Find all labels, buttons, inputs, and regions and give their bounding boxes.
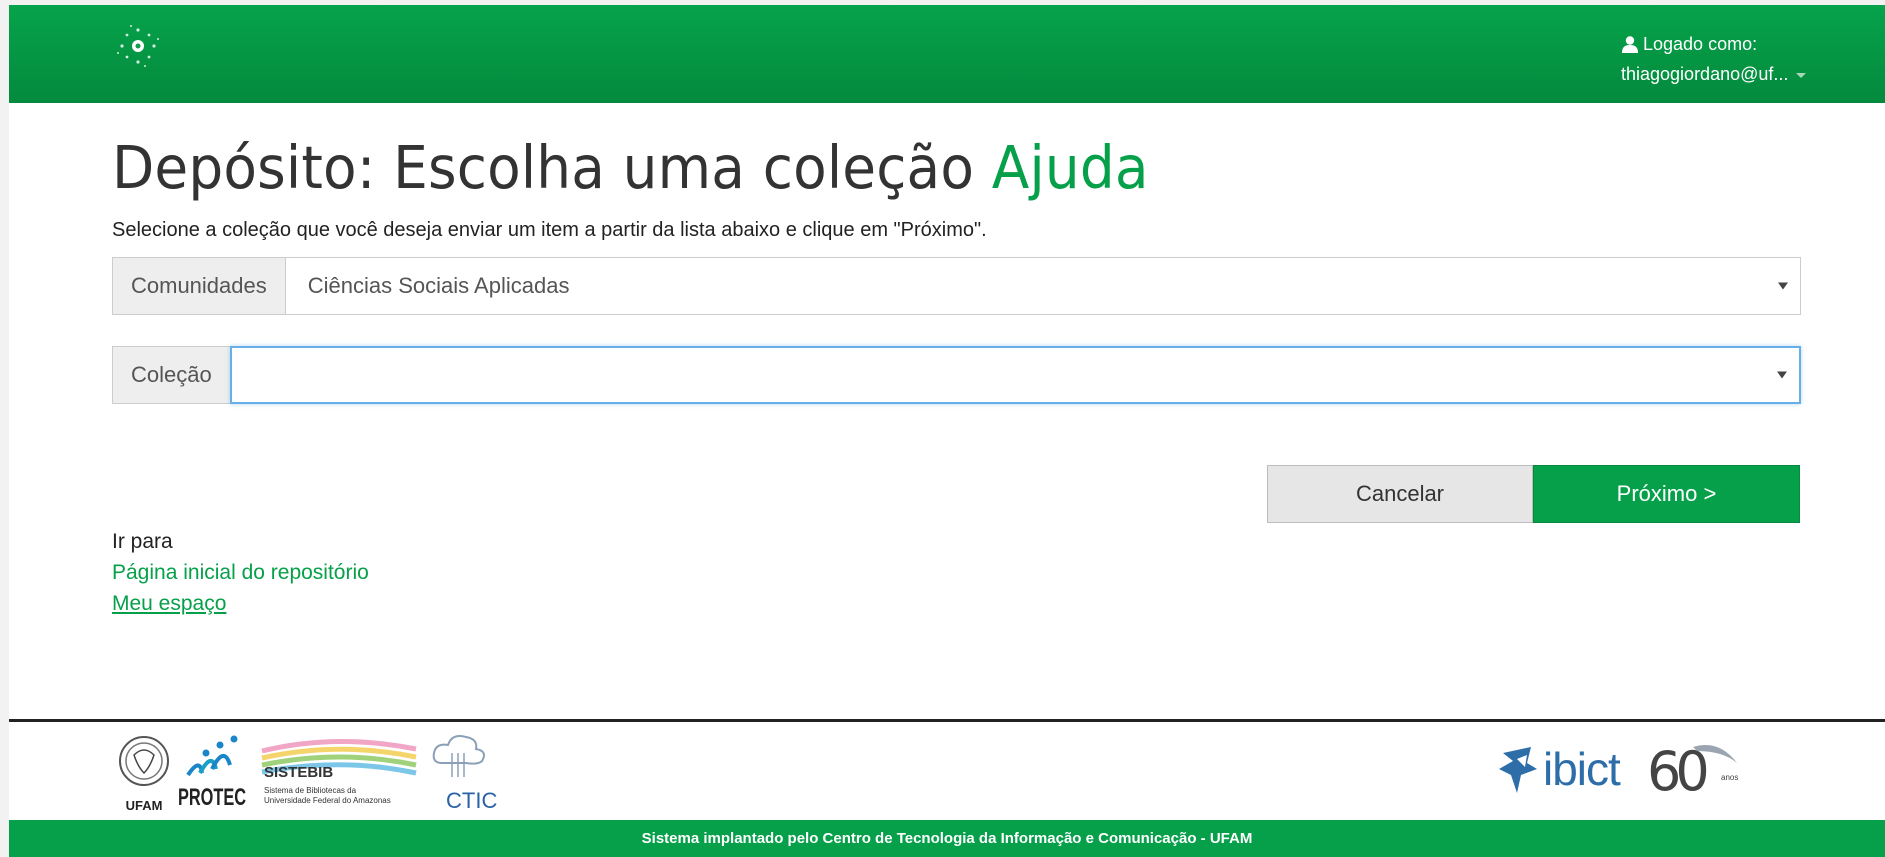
ctic-logo-text: CTIC — [446, 788, 497, 813]
sistebib-logo[interactable]: SISTEBIB Sistema de Bibliotecas da Unive… — [261, 738, 417, 805]
next-button[interactable]: Próximo > — [1533, 465, 1800, 523]
user-icon — [1622, 36, 1638, 53]
sistebib-subtitle-1: Sistema de Bibliotecas da — [264, 786, 357, 795]
ibict-name: ibict — [1543, 743, 1621, 795]
protec-logo-text: PROTEC — [178, 784, 246, 811]
ctic-logo[interactable]: CTIC — [432, 735, 498, 813]
communities-label: Comunidades — [112, 257, 285, 315]
collection-label: Coleção — [112, 346, 230, 404]
cancel-button[interactable]: Cancelar — [1267, 465, 1533, 523]
partner-logos: UFAM PROTEC SISTEBIB Sistema de Bibliote… — [119, 735, 498, 813]
user-email[interactable]: thiagogiordano@uf... — [1621, 59, 1788, 89]
dropdown-arrow-icon — [1777, 371, 1787, 379]
page: Logado como: thiagogiordano@uf... Depósi… — [9, 5, 1885, 857]
communities-select[interactable]: Ciências Sociais Aplicadas — [284, 257, 1801, 315]
collection-select[interactable] — [229, 346, 1801, 404]
top-navbar: Logado como: thiagogiordano@uf... — [9, 5, 1885, 103]
dropdown-arrow-icon — [1778, 282, 1788, 290]
ufam-logo[interactable]: UFAM — [119, 736, 169, 813]
protec-logo[interactable]: PROTEC — [178, 735, 246, 812]
footer-bar: Sistema implantado pelo Centro de Tecnol… — [9, 820, 1885, 857]
page-title-text: Depósito: Escolha uma coleção — [112, 133, 975, 202]
sistebib-subtitle-2: Universidade Federal do Amazonas — [264, 796, 391, 805]
ibict-anos-text: anos — [1721, 773, 1738, 782]
chevron-down-icon[interactable] — [1796, 72, 1807, 78]
sistebib-logo-text: SISTEBIB — [264, 764, 333, 781]
collection-field: Coleção — [112, 346, 1801, 404]
user-menu[interactable]: Logado como: thiagogiordano@uf... — [1621, 29, 1807, 89]
goto-label: Ir para — [112, 530, 173, 553]
user-label: Logado como: — [1643, 34, 1758, 54]
communities-field: Comunidades Ciências Sociais Aplicadas — [112, 257, 1801, 315]
ufam-logo-text: UFAM — [126, 798, 163, 813]
goto-section: Ir para Página inicial do repositório Me… — [112, 526, 369, 619]
my-space-link[interactable]: Meu espaço — [112, 588, 369, 619]
ibict-logo[interactable]: ibict 60 anos — [1497, 733, 1757, 803]
instructions-text: Selecione a coleção que você deseja envi… — [112, 219, 987, 241]
brand-logo-icon[interactable] — [112, 20, 164, 72]
communities-selected-value: Ciências Sociais Aplicadas — [307, 273, 570, 298]
footer-divider — [9, 719, 1885, 722]
footer-text: Sistema implantado pelo Centro de Tecnol… — [641, 830, 1253, 847]
page-title: Depósito: Escolha uma coleção Ajuda — [112, 133, 1149, 202]
help-link[interactable]: Ajuda — [992, 133, 1149, 202]
home-link[interactable]: Página inicial do repositório — [112, 557, 369, 588]
